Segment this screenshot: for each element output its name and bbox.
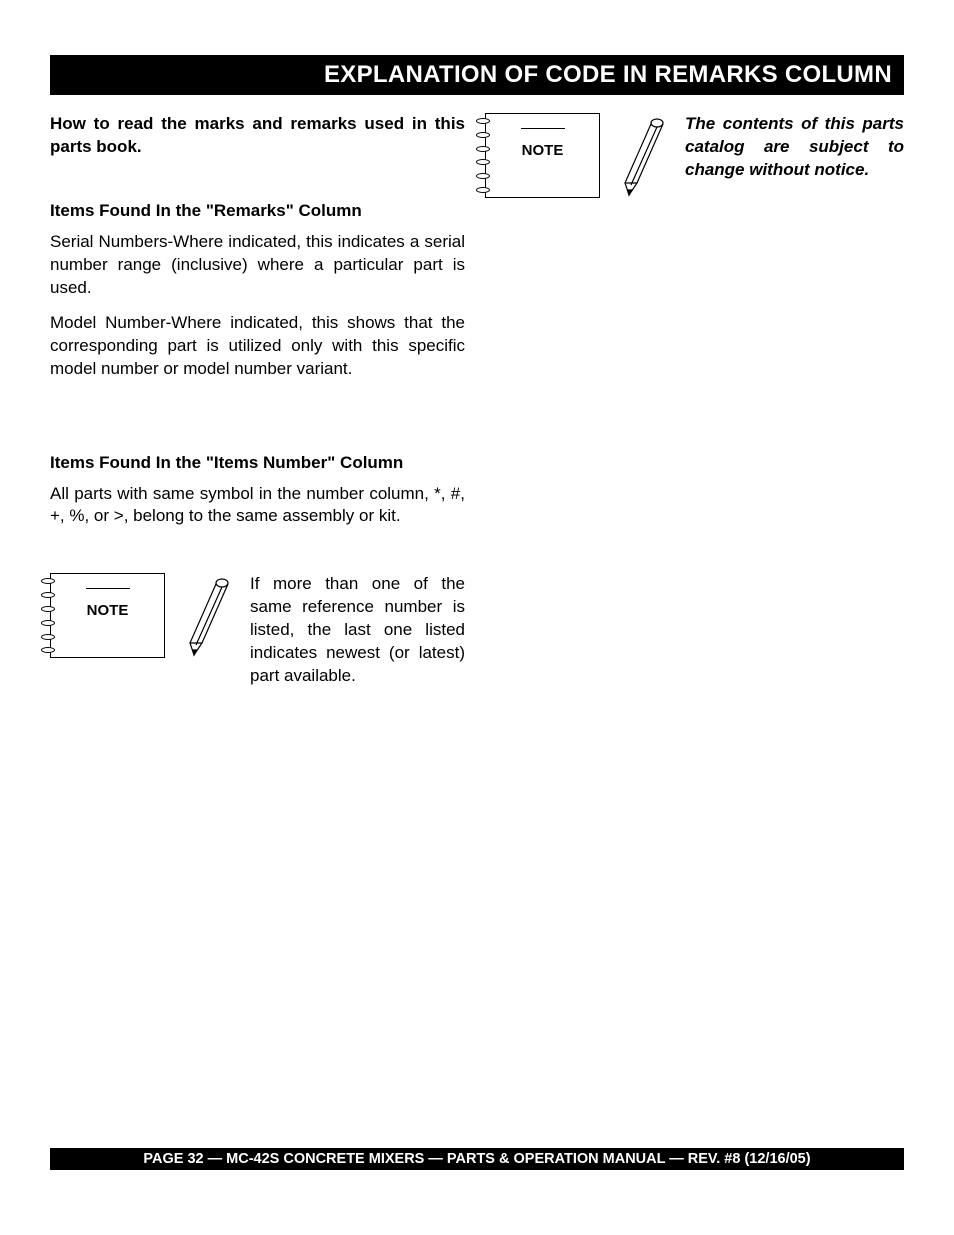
pencil-icon xyxy=(180,573,235,658)
left-column: How to read the marks and remarks used i… xyxy=(50,113,465,688)
page-title: EXPLANATION OF CODE IN REMARKS COLUMN xyxy=(324,61,892,89)
section1-p1: Serial Numbers-Where indicated, this ind… xyxy=(50,231,465,300)
content-area: How to read the marks and remarks used i… xyxy=(50,113,904,688)
note-block-1: NOTE If more than one of the same refere… xyxy=(50,573,465,688)
footer-text: PAGE 32 — MC-42S CONCRETE MIXERS — PARTS… xyxy=(143,1151,810,1167)
note-label: NOTE xyxy=(522,142,564,159)
header-bar: EXPLANATION OF CODE IN REMARKS COLUMN xyxy=(50,55,904,95)
note-right-text: The contents of this parts catalog are s… xyxy=(685,113,904,182)
section1-p2: Model Number-Where indicated, this shows… xyxy=(50,312,465,381)
note-card: NOTE xyxy=(485,113,600,198)
note-label: NOTE xyxy=(87,602,129,619)
section2-p1: All parts with same symbol in the number… xyxy=(50,483,465,529)
right-column: NOTE The contents of this parts catalog … xyxy=(485,113,904,688)
note1-text: If more than one of the same reference n… xyxy=(250,573,465,688)
footer-bar: PAGE 32 — MC-42S CONCRETE MIXERS — PARTS… xyxy=(50,1148,904,1170)
section2-heading: Items Found In the "Items Number" Column xyxy=(50,453,465,473)
pencil-icon xyxy=(615,113,670,198)
intro-text: How to read the marks and remarks used i… xyxy=(50,113,465,159)
spiral-binding-icon xyxy=(41,578,55,653)
section1-heading: Items Found In the "Remarks" Column xyxy=(50,201,465,221)
note-card: NOTE xyxy=(50,573,165,658)
spiral-binding-icon xyxy=(476,118,490,193)
